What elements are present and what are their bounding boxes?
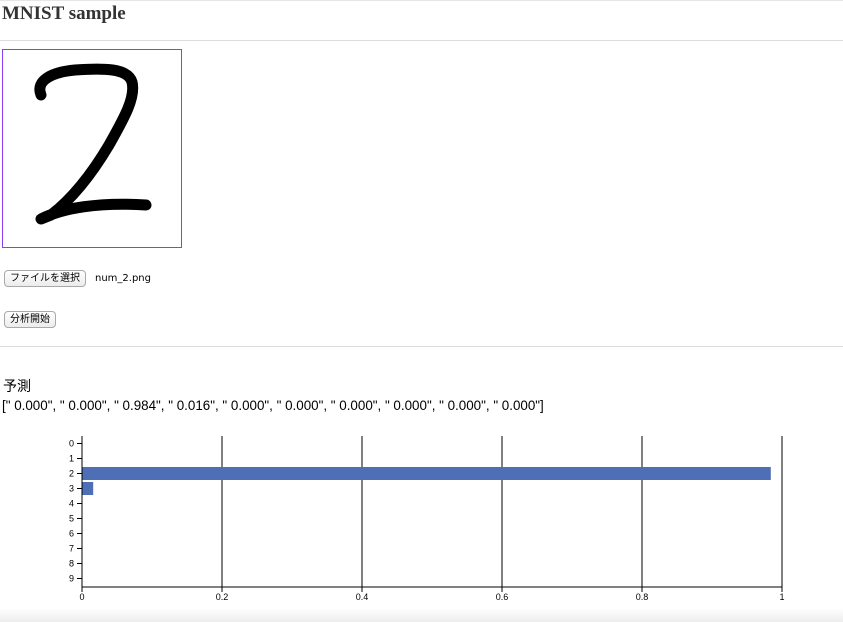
- x-tick-label: 0.6: [496, 592, 509, 602]
- handwritten-digit-2-image: [34, 63, 152, 225]
- x-tick-label: 0.4: [356, 592, 369, 602]
- y-tick-label: 2: [69, 469, 74, 479]
- divider: [0, 346, 843, 347]
- y-tick-label: 6: [69, 529, 74, 539]
- y-tick-label: 5: [69, 514, 74, 524]
- divider: [0, 40, 843, 41]
- analyze-button[interactable]: 分析開始: [4, 311, 56, 328]
- choose-file-button[interactable]: ファイルを選択: [4, 270, 86, 287]
- x-tick-label: 0: [79, 592, 84, 602]
- x-tick-label: 0.2: [216, 592, 229, 602]
- top-border: [0, 0, 843, 1]
- x-tick-label: 0.8: [636, 592, 649, 602]
- y-tick-label: 3: [69, 484, 74, 494]
- x-tick-label: 1: [779, 592, 784, 602]
- y-tick-label: 4: [69, 499, 74, 509]
- y-tick-label: 0: [69, 439, 74, 449]
- page-title: MNIST sample: [2, 3, 126, 24]
- y-tick-label: 8: [69, 559, 74, 569]
- bottom-fade: [0, 608, 843, 622]
- prediction-bar-chart: 01234567890 0.2 0.4 0.6 0.8 1: [69, 436, 785, 602]
- y-tick-label: 1: [69, 454, 74, 464]
- prediction-probabilities: [" 0.000", " 0.000", " 0.984", " 0.016",…: [2, 398, 544, 413]
- selected-file-name: num_2.png: [95, 273, 151, 284]
- bar-2: [82, 467, 771, 480]
- bar-3: [82, 482, 94, 495]
- y-tick-label: 9: [69, 574, 74, 584]
- image-preview: [2, 49, 182, 248]
- y-tick-label: 7: [69, 544, 74, 554]
- prediction-heading: 予測: [3, 379, 31, 395]
